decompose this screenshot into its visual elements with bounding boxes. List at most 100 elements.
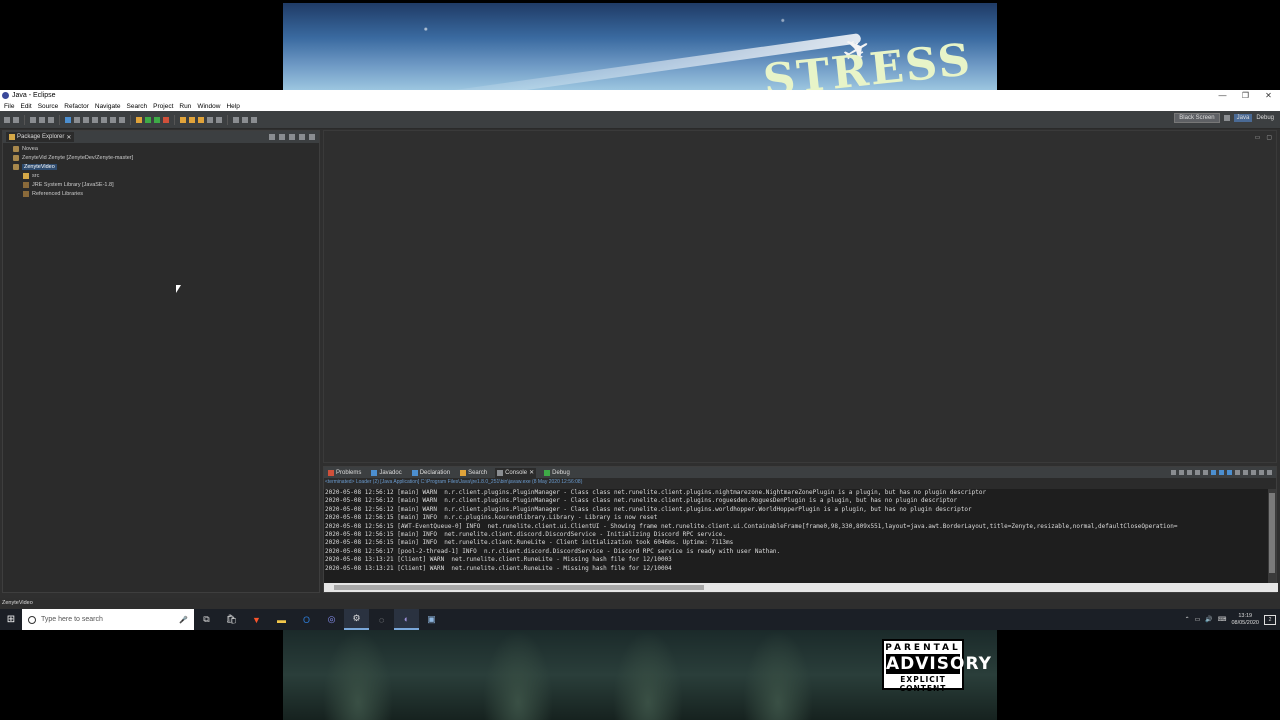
menu-window[interactable]: Window (197, 103, 220, 110)
game-client-icon[interactable]: ◌ (369, 609, 394, 630)
file-explorer-icon[interactable]: ▬ (269, 609, 294, 630)
new-icon[interactable] (4, 116, 10, 123)
show-on-error-icon[interactable] (1227, 470, 1232, 475)
brave-browser-icon[interactable]: ▼ (244, 609, 269, 630)
maximize-view-icon[interactable] (309, 134, 315, 140)
tab-search[interactable]: Search (458, 468, 489, 478)
microphone-icon[interactable]: 🎤 (179, 616, 188, 624)
terminate-console-icon[interactable] (1171, 470, 1176, 475)
tab-console[interactable]: Console ✕ (495, 467, 537, 478)
menu-edit[interactable]: Edit (20, 103, 31, 110)
language-icon[interactable]: ⌨ (1218, 616, 1227, 623)
outlook-icon[interactable]: O (294, 609, 319, 630)
clock[interactable]: 13:19 08/05/2020 (1231, 613, 1259, 627)
terminate-icon[interactable] (92, 116, 98, 123)
tree-item-src[interactable]: src (23, 173, 39, 179)
view-menu-icon[interactable] (289, 134, 295, 140)
close-tab-icon[interactable]: ✕ (66, 134, 71, 141)
volume-icon[interactable]: 🔊 (1205, 616, 1212, 623)
external-tools-icon[interactable] (163, 116, 169, 123)
close-button[interactable]: ✕ (1257, 91, 1280, 100)
new-class-icon[interactable] (198, 116, 204, 123)
java-app-icon[interactable]: ▣ (419, 609, 444, 630)
close-tab-icon[interactable]: ✕ (529, 469, 534, 476)
minimize-view-icon[interactable] (1259, 470, 1264, 475)
discord-icon[interactable]: ◎ (319, 609, 344, 630)
tree-item-jre[interactable]: JRE System Library [JavaSE-1.8] (23, 182, 114, 188)
maximize-button[interactable]: ❐ (1234, 91, 1257, 100)
steam-icon[interactable]: ⚙ (344, 609, 369, 630)
taskbar-search-box[interactable]: Type here to search 🎤 (22, 609, 194, 630)
maximize-view-icon[interactable] (1267, 470, 1272, 475)
print-icon[interactable] (48, 116, 54, 123)
tab-javadoc[interactable]: Javadoc (369, 468, 403, 478)
open-console-icon[interactable] (1251, 470, 1256, 475)
console-output[interactable]: 2020-05-08 12:56:12 [main] WARN n.r.clie… (324, 489, 1269, 584)
package-explorer-tab[interactable]: Package Explorer ✕ (6, 132, 75, 142)
chevron-up-icon[interactable]: ⌃ (1185, 616, 1190, 623)
scrollbar-thumb[interactable] (334, 585, 704, 590)
minimize-view-icon[interactable] (299, 134, 305, 140)
console-vertical-scrollbar[interactable] (1268, 489, 1276, 584)
dark-screen-button[interactable]: Black Screen (1174, 113, 1220, 123)
menu-help[interactable]: Help (226, 103, 239, 110)
tab-problems[interactable]: Problems (326, 468, 363, 478)
step-return-icon[interactable] (119, 116, 125, 123)
new-java-project-icon[interactable] (180, 116, 186, 123)
suspend-icon[interactable] (83, 116, 89, 123)
annotation-icon[interactable] (233, 116, 239, 123)
remove-all-icon[interactable] (1187, 470, 1192, 475)
tab-declaration[interactable]: Declaration (410, 468, 452, 478)
clear-console-icon[interactable] (1195, 470, 1200, 475)
open-type-icon[interactable] (207, 116, 213, 123)
notification-center-button[interactable]: 2 (1264, 614, 1276, 625)
menu-navigate[interactable]: Navigate (95, 103, 121, 110)
console-horizontal-scrollbar[interactable] (324, 583, 1278, 592)
run-icon[interactable] (154, 116, 160, 123)
step-over-icon[interactable] (110, 116, 116, 123)
build-icon[interactable] (136, 116, 142, 123)
debug-perspective-button[interactable]: Debug (1256, 115, 1274, 121)
display-console-icon[interactable] (1243, 470, 1248, 475)
pin-console-icon[interactable] (1235, 470, 1240, 475)
save-all-icon[interactable] (39, 116, 45, 123)
menu-run[interactable]: Run (179, 103, 191, 110)
skip-breakpoints-icon[interactable] (65, 116, 71, 123)
tree-item-ref-libs[interactable]: Referenced Libraries (23, 191, 83, 197)
open-icon[interactable] (13, 116, 19, 123)
menu-source[interactable]: Source (38, 103, 59, 110)
show-on-output-icon[interactable] (1219, 470, 1224, 475)
save-icon[interactable] (30, 116, 36, 123)
tree-item-project[interactable]: ZenyteVid Zenyte [ZenyteDev/Zenyte-maste… (13, 155, 133, 161)
open-perspective-icon[interactable] (1223, 115, 1230, 121)
collapse-all-icon[interactable] (269, 134, 275, 140)
link-editor-icon[interactable] (279, 134, 285, 140)
debug-icon[interactable] (145, 116, 151, 123)
menu-file[interactable]: File (4, 103, 14, 110)
remove-launch-icon[interactable] (1179, 470, 1184, 475)
tree-item-project-selected[interactable]: ZenyteVideo (13, 164, 57, 170)
minimize-button[interactable]: — (1211, 91, 1234, 100)
start-button[interactable]: ⊞ (0, 609, 22, 630)
menu-refactor[interactable]: Refactor (64, 103, 89, 110)
network-icon[interactable]: ▭ (1195, 616, 1201, 623)
menu-project[interactable]: Project (153, 103, 173, 110)
eclipse-taskbar-icon[interactable]: ◐ (394, 609, 419, 630)
maximize-editor-icon[interactable]: ▢ (1266, 134, 1272, 141)
search-icon[interactable] (216, 116, 222, 123)
tree-item-project[interactable]: Novea (13, 146, 38, 152)
step-into-icon[interactable] (101, 116, 107, 123)
new-package-icon[interactable] (189, 116, 195, 123)
editor-area[interactable]: ▭ ▢ (323, 130, 1277, 463)
scroll-lock-icon[interactable] (1203, 470, 1208, 475)
task-view-icon[interactable]: ⧉ (194, 609, 219, 630)
scrollbar-thumb[interactable] (1269, 493, 1275, 573)
tab-debug[interactable]: Debug (542, 468, 572, 478)
store-icon[interactable]: 🛍 (219, 609, 244, 630)
minimize-editor-icon[interactable]: ▭ (1255, 134, 1261, 141)
resume-icon[interactable] (74, 116, 80, 123)
java-perspective-button[interactable]: Java (1233, 114, 1253, 122)
back-icon[interactable] (242, 116, 248, 123)
forward-icon[interactable] (251, 116, 257, 123)
menu-search[interactable]: Search (127, 103, 148, 110)
